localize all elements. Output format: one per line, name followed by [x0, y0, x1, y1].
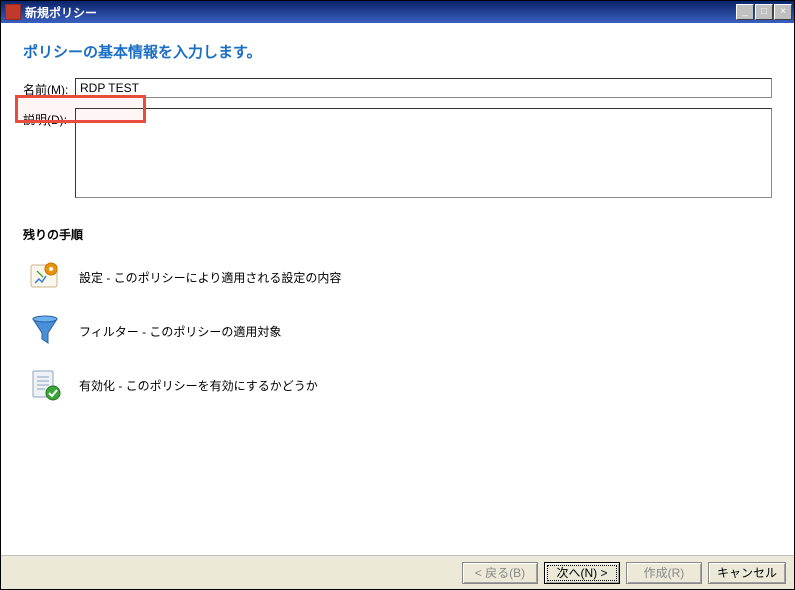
app-icon	[5, 4, 21, 20]
description-label: 説明(D):	[23, 108, 75, 128]
settings-icon	[27, 259, 63, 295]
content-area: ポリシーの基本情報を入力します。 名前(M): 説明(D): 残りの手順	[1, 23, 794, 555]
remaining-steps-section: 残りの手順 設定 - このポリシーにより適用される設定の内容	[23, 226, 772, 409]
back-button: < 戻る(B)	[462, 562, 538, 584]
name-label: 名前(M):	[23, 78, 75, 98]
button-bar: < 戻る(B) 次へ(N) > 作成(R) キャンセル	[1, 555, 794, 589]
name-row: 名前(M):	[23, 78, 772, 98]
step-text: 有効化 - このポリシーを有効にするかどうか	[79, 377, 318, 394]
description-input[interactable]	[75, 108, 772, 198]
step-text: 設定 - このポリシーにより適用される設定の内容	[79, 269, 341, 286]
name-input[interactable]	[75, 78, 772, 98]
close-button[interactable]: ×	[774, 4, 792, 20]
page-heading: ポリシーの基本情報を入力します。	[23, 41, 772, 62]
minimize-button[interactable]: _	[736, 4, 754, 20]
create-button: 作成(R)	[626, 562, 702, 584]
next-button[interactable]: 次へ(N) >	[544, 562, 620, 584]
step-item-filter: フィルター - このポリシーの適用対象	[23, 307, 772, 355]
step-item-settings: 設定 - このポリシーにより適用される設定の内容	[23, 253, 772, 301]
document-check-icon	[27, 367, 63, 403]
maximize-button[interactable]: □	[755, 4, 773, 20]
window-title: 新規ポリシー	[25, 4, 735, 21]
titlebar: 新規ポリシー _ □ ×	[1, 1, 794, 23]
cancel-button[interactable]: キャンセル	[708, 562, 786, 584]
step-item-enable: 有効化 - このポリシーを有効にするかどうか	[23, 361, 772, 409]
remaining-steps-title: 残りの手順	[23, 226, 772, 243]
new-policy-window: 新規ポリシー _ □ × ポリシーの基本情報を入力します。 名前(M): 説明(…	[0, 0, 795, 590]
description-row: 説明(D):	[23, 108, 772, 198]
step-text: フィルター - このポリシーの適用対象	[79, 323, 281, 340]
funnel-icon	[27, 313, 63, 349]
window-controls: _ □ ×	[735, 4, 792, 20]
